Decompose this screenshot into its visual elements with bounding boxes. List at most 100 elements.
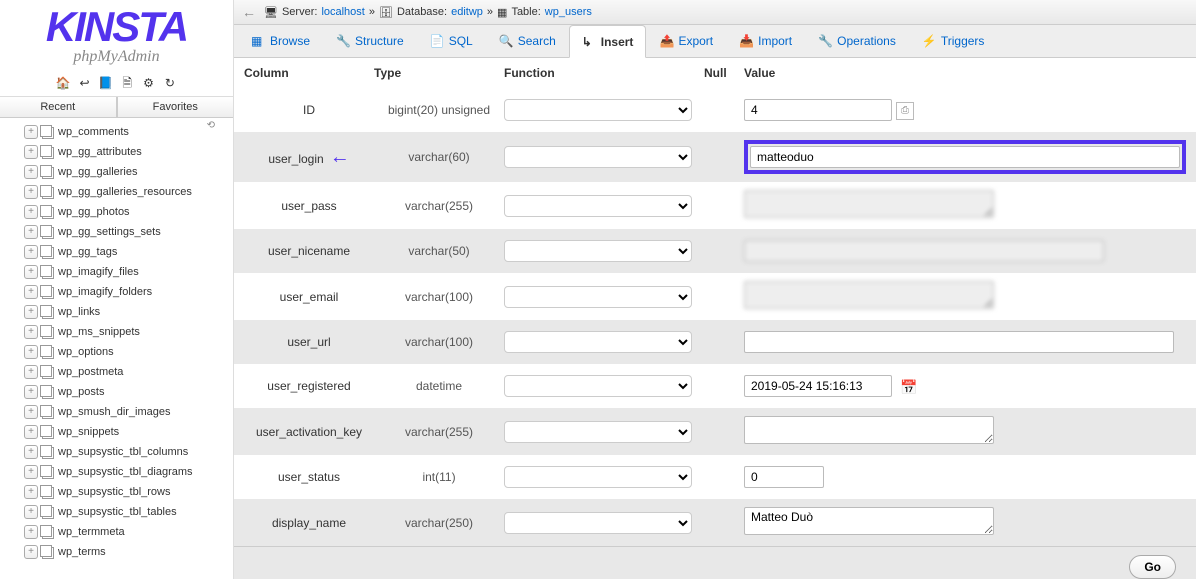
tab-search[interactable]: 🔍Search	[486, 25, 569, 57]
tree-item[interactable]: +wp_supsystic_tbl_rows	[0, 482, 233, 502]
function-select-display_name[interactable]	[504, 512, 692, 534]
column-type: varchar(60)	[374, 150, 504, 164]
tree-item[interactable]: +wp_gg_galleries_resources	[0, 182, 233, 202]
value-input-user_status[interactable]	[744, 466, 824, 488]
table-icon	[40, 445, 56, 459]
expand-icon[interactable]: +	[24, 445, 38, 459]
tab-sql[interactable]: 📄SQL	[417, 25, 486, 57]
calendar-icon[interactable]: 📅	[900, 379, 916, 395]
tree-item[interactable]: +wp_terms	[0, 542, 233, 562]
expand-icon[interactable]: +	[24, 305, 38, 319]
expand-icon[interactable]: +	[24, 505, 38, 519]
tab-triggers[interactable]: ⚡Triggers	[909, 25, 998, 57]
logout-icon[interactable]: ↩	[76, 76, 92, 92]
tree-item[interactable]: +wp_options	[0, 342, 233, 362]
expand-icon[interactable]: +	[24, 465, 38, 479]
tree-item[interactable]: +wp_imagify_folders	[0, 282, 233, 302]
expand-icon[interactable]: +	[24, 385, 38, 399]
tab-favorites[interactable]: Favorites	[117, 97, 234, 118]
home-icon[interactable]: 🏠	[55, 76, 71, 92]
value-input-ID[interactable]	[744, 99, 892, 121]
expand-icon[interactable]: +	[24, 245, 38, 259]
expand-icon[interactable]: +	[24, 345, 38, 359]
value-input-user_pass[interactable]	[744, 190, 994, 218]
value-input-user_email[interactable]	[744, 281, 994, 309]
expand-icon[interactable]: +	[24, 285, 38, 299]
function-select-user_pass[interactable]	[504, 195, 692, 217]
expand-icon[interactable]: +	[24, 145, 38, 159]
gear-icon[interactable]: ⚙	[141, 76, 157, 92]
function-select-user_activation_key[interactable]	[504, 421, 692, 443]
expand-icon[interactable]: +	[24, 405, 38, 419]
tree-item[interactable]: +wp_ms_snippets	[0, 322, 233, 342]
tree-item[interactable]: +wp_supsystic_tbl_diagrams	[0, 462, 233, 482]
tree-item[interactable]: +wp_gg_settings_sets	[0, 222, 233, 242]
go-button[interactable]: Go	[1129, 555, 1176, 579]
expand-icon[interactable]: +	[24, 125, 38, 139]
breadcrumb-db[interactable]: editwp	[451, 6, 483, 18]
db-label: Database:	[397, 6, 447, 18]
tree-item[interactable]: +wp_supsystic_tbl_columns	[0, 442, 233, 462]
expand-icon[interactable]: +	[24, 265, 38, 279]
value-input-display_name[interactable]: Matteo Duò	[744, 507, 994, 535]
tree-item[interactable]: +wp_gg_galleries	[0, 162, 233, 182]
value-input-user_login[interactable]	[750, 146, 1180, 168]
function-select-user_url[interactable]	[504, 331, 692, 353]
breadcrumb-server[interactable]: localhost	[321, 6, 364, 18]
tab-insert[interactable]: ↳Insert	[569, 25, 647, 58]
expand-icon[interactable]: +	[24, 525, 38, 539]
tree-item[interactable]: + wp_gg_tags	[0, 242, 233, 262]
function-select-user_email[interactable]	[504, 286, 692, 308]
tree-item[interactable]: +wp_postmeta	[0, 362, 233, 382]
expand-icon[interactable]: +	[24, 185, 38, 199]
function-select-user_nicename[interactable]	[504, 240, 692, 262]
value-input-user_url[interactable]	[744, 331, 1174, 353]
tab-recent[interactable]: Recent	[0, 97, 117, 118]
table-icon	[40, 225, 56, 239]
tree-item[interactable]: +wp_links	[0, 302, 233, 322]
tree-item-label: wp_gg_tags	[58, 243, 117, 261]
id-extra-icon[interactable]: ⎙	[896, 102, 914, 120]
tab-browse[interactable]: ▦Browse	[238, 25, 323, 57]
tab-structure[interactable]: 🔧Structure	[323, 25, 417, 57]
breadcrumb-table[interactable]: wp_users	[545, 6, 592, 18]
table-icon: ▦	[497, 6, 507, 19]
table-icon	[40, 525, 56, 539]
value-input-user_nicename[interactable]	[744, 240, 1104, 262]
function-select-user_registered[interactable]	[504, 375, 692, 397]
expand-icon[interactable]: +	[24, 545, 38, 559]
expand-icon[interactable]: +	[24, 225, 38, 239]
docs-icon[interactable]: 📘	[98, 76, 114, 92]
expand-icon[interactable]: +	[24, 165, 38, 179]
tab-operations[interactable]: 🔧Operations	[805, 25, 909, 57]
nav-arrow-icon[interactable]: ←	[242, 4, 256, 20]
expand-icon[interactable]: +	[24, 205, 38, 219]
tree-item[interactable]: +wp_gg_attributes	[0, 142, 233, 162]
sql-icon[interactable]: 🗎	[119, 74, 135, 90]
tree-item[interactable]: +wp_snippets	[0, 422, 233, 442]
value-input-user_registered[interactable]	[744, 375, 892, 397]
header-null: Null	[704, 66, 744, 80]
value-input-user_activation_key[interactable]	[744, 416, 994, 444]
server-icon: 🖥	[264, 6, 278, 19]
tab-import[interactable]: 📥Import	[726, 25, 805, 57]
table-icon	[40, 325, 56, 339]
expand-icon[interactable]: +	[24, 485, 38, 499]
tree-item[interactable]: +wp_posts	[0, 382, 233, 402]
reload-icon[interactable]: ↻	[162, 76, 178, 92]
expand-icon[interactable]: +	[24, 365, 38, 379]
function-select-ID[interactable]	[504, 99, 692, 121]
expand-icon[interactable]: +	[24, 425, 38, 439]
tree-item[interactable]: +wp_imagify_files	[0, 262, 233, 282]
tree-item[interactable]: +wp_gg_photos	[0, 202, 233, 222]
tree-item[interactable]: +wp_comments	[0, 122, 233, 142]
expand-icon[interactable]: +	[24, 325, 38, 339]
link-icon[interactable]: ⟲	[207, 120, 215, 131]
insert-form: Column Type Function Null Value IDbigint…	[234, 58, 1196, 579]
function-select-user_login[interactable]	[504, 146, 692, 168]
tree-item[interactable]: +wp_termmeta	[0, 522, 233, 542]
tab-export[interactable]: 📤Export	[646, 25, 726, 57]
function-select-user_status[interactable]	[504, 466, 692, 488]
tree-item[interactable]: +wp_supsystic_tbl_tables	[0, 502, 233, 522]
tree-item[interactable]: +wp_smush_dir_images	[0, 402, 233, 422]
